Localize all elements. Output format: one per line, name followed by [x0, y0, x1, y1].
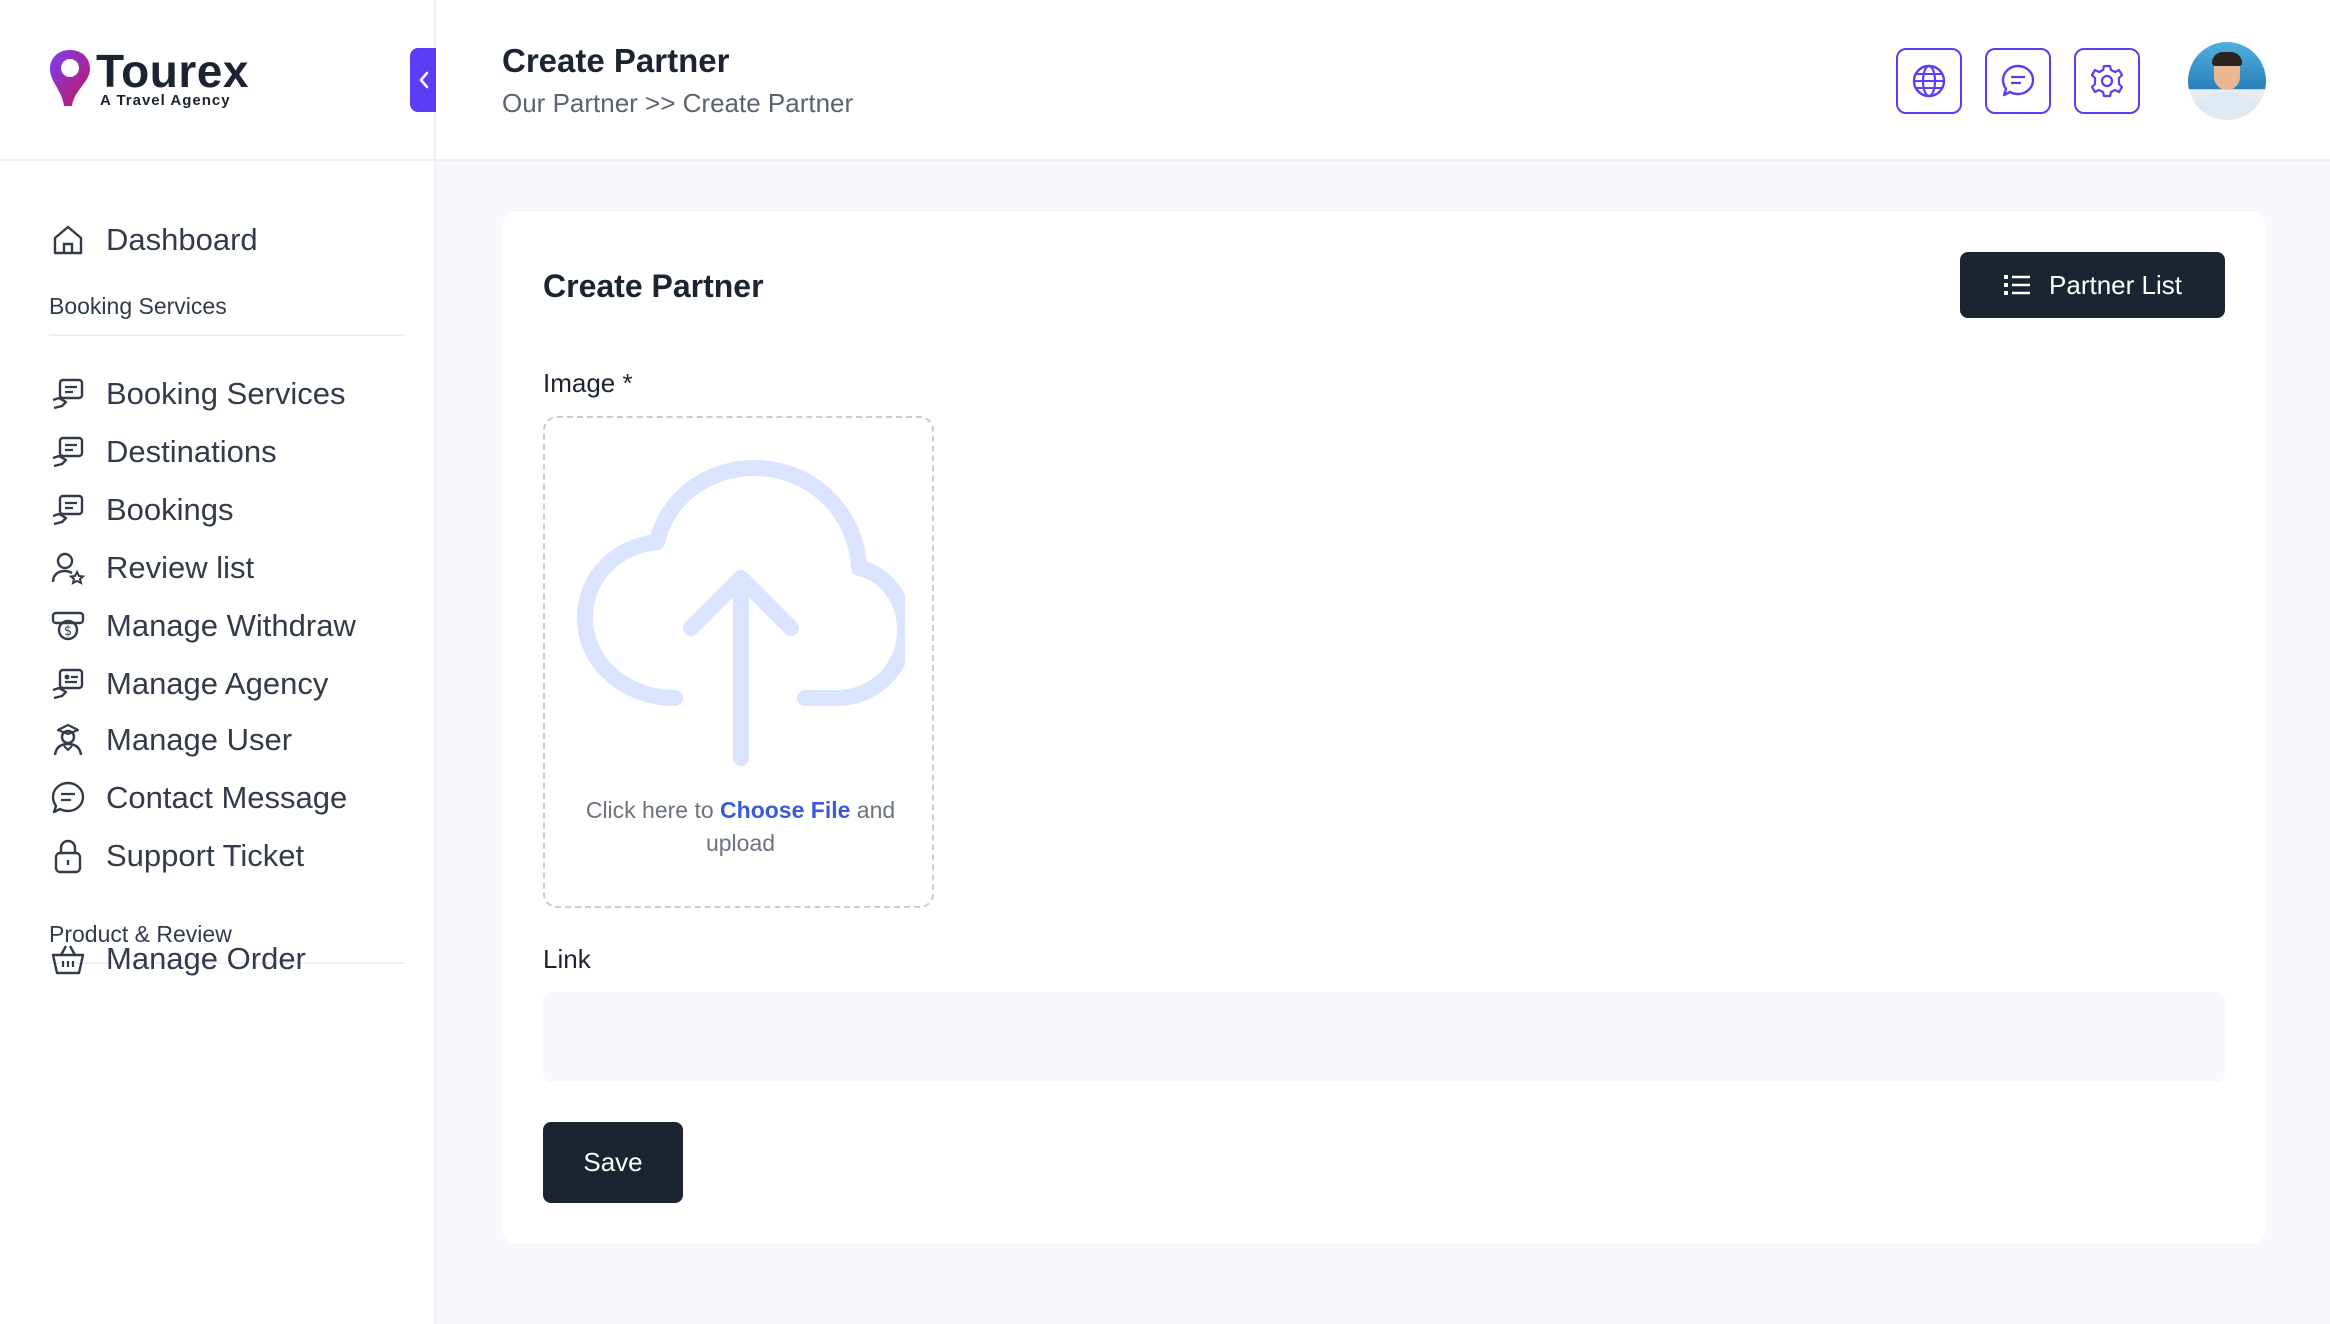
image-upload-dropzone[interactable]: Click here to Choose File and upload: [543, 416, 934, 908]
sidebar: Tourex A Travel Agency Dashboard Booking…: [0, 0, 438, 1324]
hand-card-icon: [48, 490, 88, 530]
brand-name: Tourex: [96, 45, 249, 97]
image-label: Image *: [543, 368, 633, 398]
sidebar-item-label: Manage Withdraw: [106, 608, 356, 643]
partner-list-label: Partner List: [2049, 269, 2182, 300]
link-label: Link: [543, 944, 591, 974]
sidebar-item-dashboard[interactable]: Dashboard: [48, 220, 258, 260]
choose-file-link[interactable]: Choose File: [720, 797, 850, 823]
sidebar-item-manage-order[interactable]: Manage Order: [48, 939, 306, 979]
money-icon: $: [48, 606, 88, 646]
cloud-upload-icon: [577, 460, 905, 766]
sidebar-item-label: Booking Services: [106, 376, 346, 411]
sidebar-collapse-button[interactable]: [410, 48, 438, 112]
sidebar-item-label: Destinations: [106, 434, 277, 469]
chat-icon: [2001, 64, 2035, 97]
sidebar-item-booking-services[interactable]: Booking Services: [48, 374, 346, 414]
sidebar-item-label: Manage Order: [106, 941, 306, 976]
top-header: Create Partner Our Partner >> Create Par…: [436, 0, 2330, 161]
avatar[interactable]: [2188, 42, 2266, 120]
hand-card-icon: [48, 374, 88, 414]
user-star-icon: [48, 548, 88, 588]
brand-logo[interactable]: Tourex A Travel Agency: [46, 46, 249, 110]
settings-button[interactable]: [2074, 48, 2140, 114]
home-icon: [48, 220, 88, 260]
gear-icon: [2090, 64, 2124, 98]
sidebar-item-contact-message[interactable]: Contact Message: [48, 778, 347, 818]
brand-tagline: A Travel Agency: [100, 92, 231, 109]
svg-text:$: $: [64, 624, 72, 639]
sidebar-item-manage-user[interactable]: Manage User: [48, 720, 292, 760]
create-partner-card: Create Partner Partner List Image * Clic…: [503, 212, 2265, 1243]
sidebar-item-label: Contact Message: [106, 780, 348, 815]
hand-card-icon: [48, 432, 88, 472]
sidebar-item-label: Review list: [106, 550, 255, 585]
sidebar-item-review-list[interactable]: Review list: [48, 548, 254, 588]
globe-icon: [1912, 64, 1946, 98]
sidebar-nav: Dashboard Booking Services Booking Servi…: [0, 161, 434, 1278]
messages-button[interactable]: [1985, 48, 2051, 114]
partner-list-button[interactable]: Partner List: [1960, 252, 2225, 318]
basket-icon: [48, 939, 88, 979]
language-button[interactable]: [1896, 48, 1962, 114]
save-button[interactable]: Save: [543, 1122, 683, 1203]
sidebar-item-label: Dashboard: [106, 222, 258, 257]
breadcrumb[interactable]: Our Partner >> Create Partner: [502, 88, 853, 119]
sidebar-item-manage-agency[interactable]: Manage Agency: [48, 664, 328, 704]
sidebar-section-booking: Booking Services: [49, 293, 405, 336]
sidebar-item-label: Manage User: [106, 722, 293, 757]
upload-hint: Click here to Choose File and upload: [585, 797, 896, 856]
card-title: Create Partner: [543, 268, 764, 304]
map-pin-logo-icon: [50, 50, 90, 106]
chevron-left-icon: [419, 71, 429, 89]
chat-icon: [48, 778, 88, 818]
sidebar-item-label: Support Ticket: [106, 838, 305, 873]
page-title: Create Partner: [502, 42, 730, 79]
lock-icon: [48, 836, 88, 876]
sidebar-item-label: Manage Agency: [106, 666, 329, 701]
sidebar-item-bookings[interactable]: Bookings: [48, 490, 234, 530]
link-input[interactable]: [543, 992, 2225, 1082]
user-icon: [48, 720, 88, 760]
sidebar-item-destinations[interactable]: Destinations: [48, 432, 277, 472]
sidebar-item-support-ticket[interactable]: Support Ticket: [48, 836, 304, 876]
agency-icon: [48, 664, 88, 704]
logo-area: Tourex A Travel Agency: [0, 0, 438, 161]
list-icon: [2003, 273, 2031, 297]
sidebar-item-manage-withdraw[interactable]: $ Manage Withdraw: [48, 606, 356, 646]
sidebar-item-label: Bookings: [106, 492, 234, 527]
